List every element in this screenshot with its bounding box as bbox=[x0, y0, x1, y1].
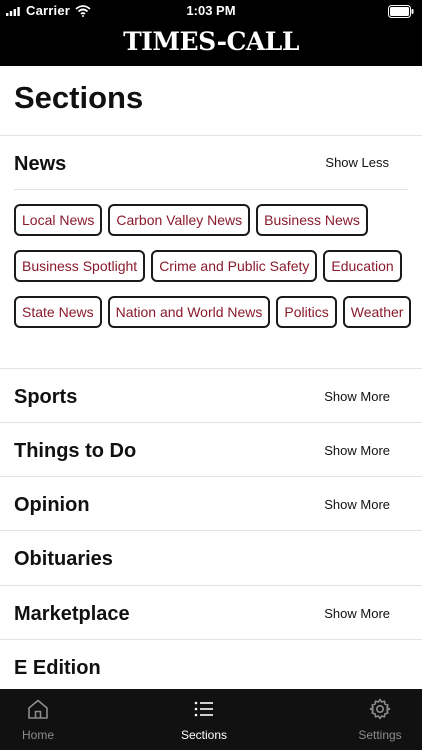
divider bbox=[0, 135, 422, 136]
app-header: Carrier 1:03 PM TIMES-CALL bbox=[0, 0, 422, 66]
section-title-things-to-do[interactable]: Things to Do bbox=[14, 439, 136, 463]
chip-state-news[interactable]: State News bbox=[14, 296, 102, 328]
chip-carbon-valley-news[interactable]: Carbon Valley News bbox=[108, 204, 251, 236]
marketplace-toggle-button[interactable]: Show More bbox=[324, 604, 390, 624]
divider bbox=[0, 639, 422, 640]
chip-weather[interactable]: Weather bbox=[342, 296, 412, 328]
home-icon bbox=[28, 699, 48, 719]
status-time: 1:03 PM bbox=[186, 3, 236, 18]
divider bbox=[0, 476, 422, 477]
tab-home[interactable]: Home bbox=[0, 689, 76, 750]
chip-row: State News Nation and World News Politic… bbox=[14, 296, 412, 328]
section-title-obituaries[interactable]: Obituaries bbox=[14, 547, 113, 571]
divider bbox=[0, 530, 422, 531]
section-title-e-edition[interactable]: E Edition bbox=[14, 656, 101, 680]
tab-label-home: Home bbox=[21, 728, 54, 742]
section-title-news[interactable]: News bbox=[14, 152, 66, 176]
battery-icon bbox=[388, 5, 414, 18]
gear-icon bbox=[369, 698, 391, 720]
divider bbox=[0, 422, 422, 423]
news-chip-list: Local News Carbon Valley News Business N… bbox=[14, 204, 412, 342]
news-toggle-button[interactable]: Show Less bbox=[325, 153, 389, 173]
chip-crime-and-public-safety[interactable]: Crime and Public Safety bbox=[151, 250, 318, 282]
list-icon bbox=[194, 701, 213, 717]
chip-nation-and-world-news[interactable]: Nation and World News bbox=[107, 296, 271, 328]
section-title-opinion[interactable]: Opinion bbox=[14, 493, 90, 517]
divider bbox=[0, 368, 422, 369]
sports-toggle-button[interactable]: Show More bbox=[324, 387, 390, 407]
section-title-sports[interactable]: Sports bbox=[14, 385, 77, 409]
opinion-toggle-button[interactable]: Show More bbox=[324, 495, 390, 515]
chip-business-spotlight[interactable]: Business Spotlight bbox=[14, 250, 146, 282]
page-title: Sections bbox=[14, 80, 144, 115]
status-bar: Carrier 1:03 PM bbox=[0, 0, 422, 22]
tab-bar: Home Sections Settings bbox=[0, 689, 422, 750]
tab-label-sections: Sections bbox=[180, 728, 228, 742]
section-title-marketplace[interactable]: Marketplace bbox=[14, 602, 130, 626]
things-to-do-toggle-button[interactable]: Show More bbox=[324, 441, 390, 461]
tab-settings[interactable]: Settings bbox=[338, 689, 422, 750]
tab-label-settings: Settings bbox=[358, 728, 402, 742]
chip-politics[interactable]: Politics bbox=[276, 296, 337, 328]
chip-education[interactable]: Education bbox=[323, 250, 402, 282]
masthead-logo: TIMES-CALL bbox=[123, 27, 299, 56]
chip-local-news[interactable]: Local News bbox=[14, 204, 103, 236]
divider bbox=[0, 585, 422, 586]
divider bbox=[14, 189, 408, 190]
chip-row: Local News Carbon Valley News Business N… bbox=[14, 204, 410, 236]
chip-business-news[interactable]: Business News bbox=[256, 204, 368, 236]
tab-sections[interactable]: Sections bbox=[160, 689, 248, 750]
chip-row: Business Spotlight Crime and Public Safe… bbox=[14, 250, 410, 282]
